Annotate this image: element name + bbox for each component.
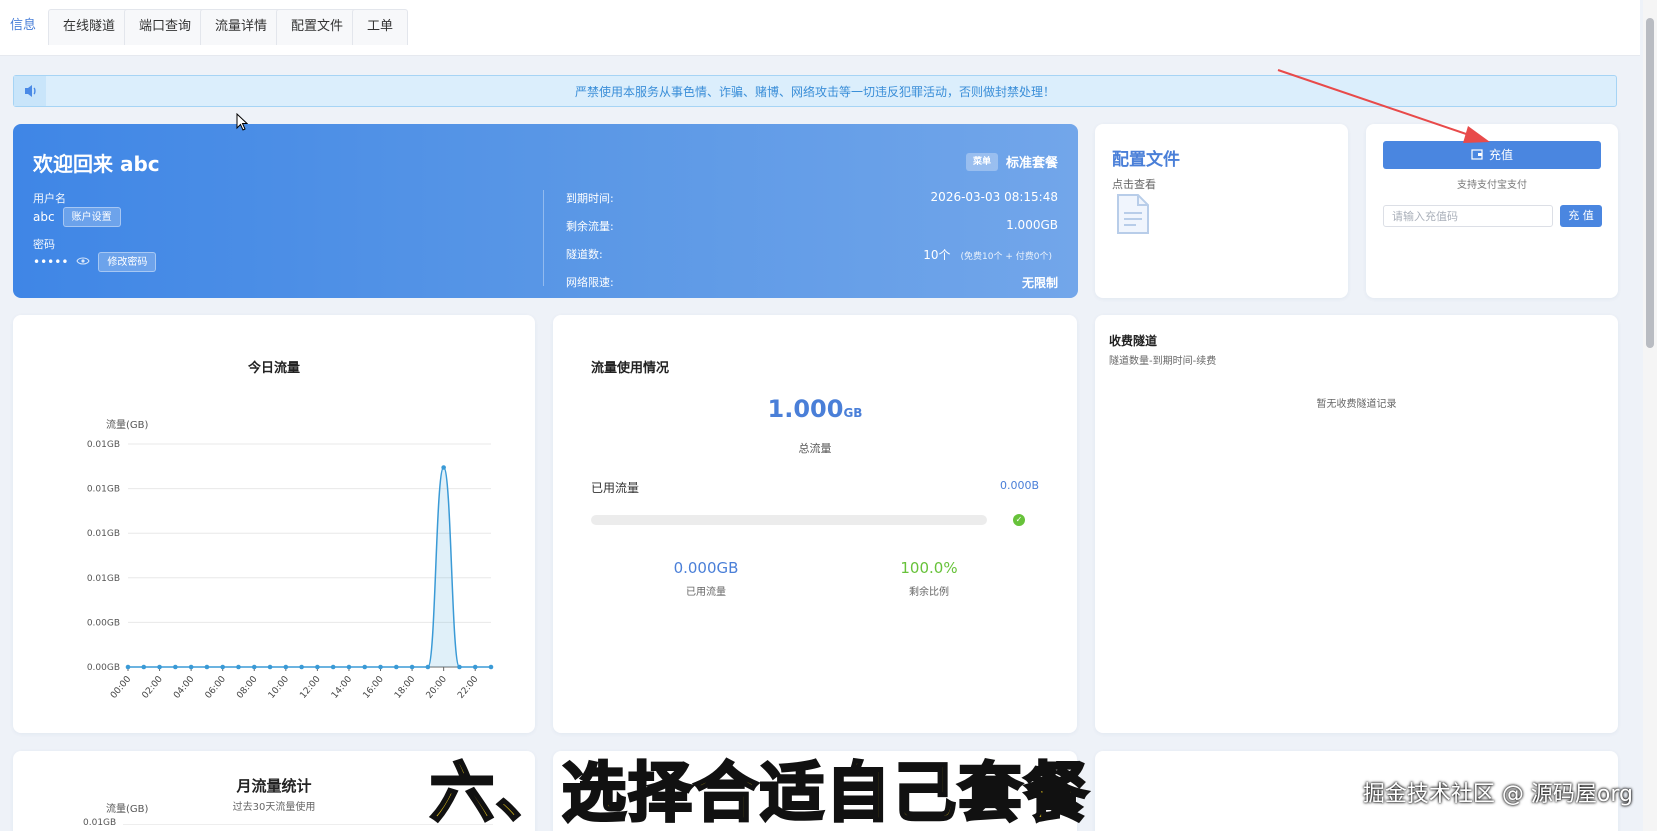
watermark: 掘金技术社区 @ 源码屋org — [1362, 782, 1633, 807]
annotation-arrow — [1277, 69, 1490, 143]
video-caption: 六、选择合适自己套餐 — [429, 756, 1090, 831]
mouse-cursor-icon — [236, 113, 248, 131]
